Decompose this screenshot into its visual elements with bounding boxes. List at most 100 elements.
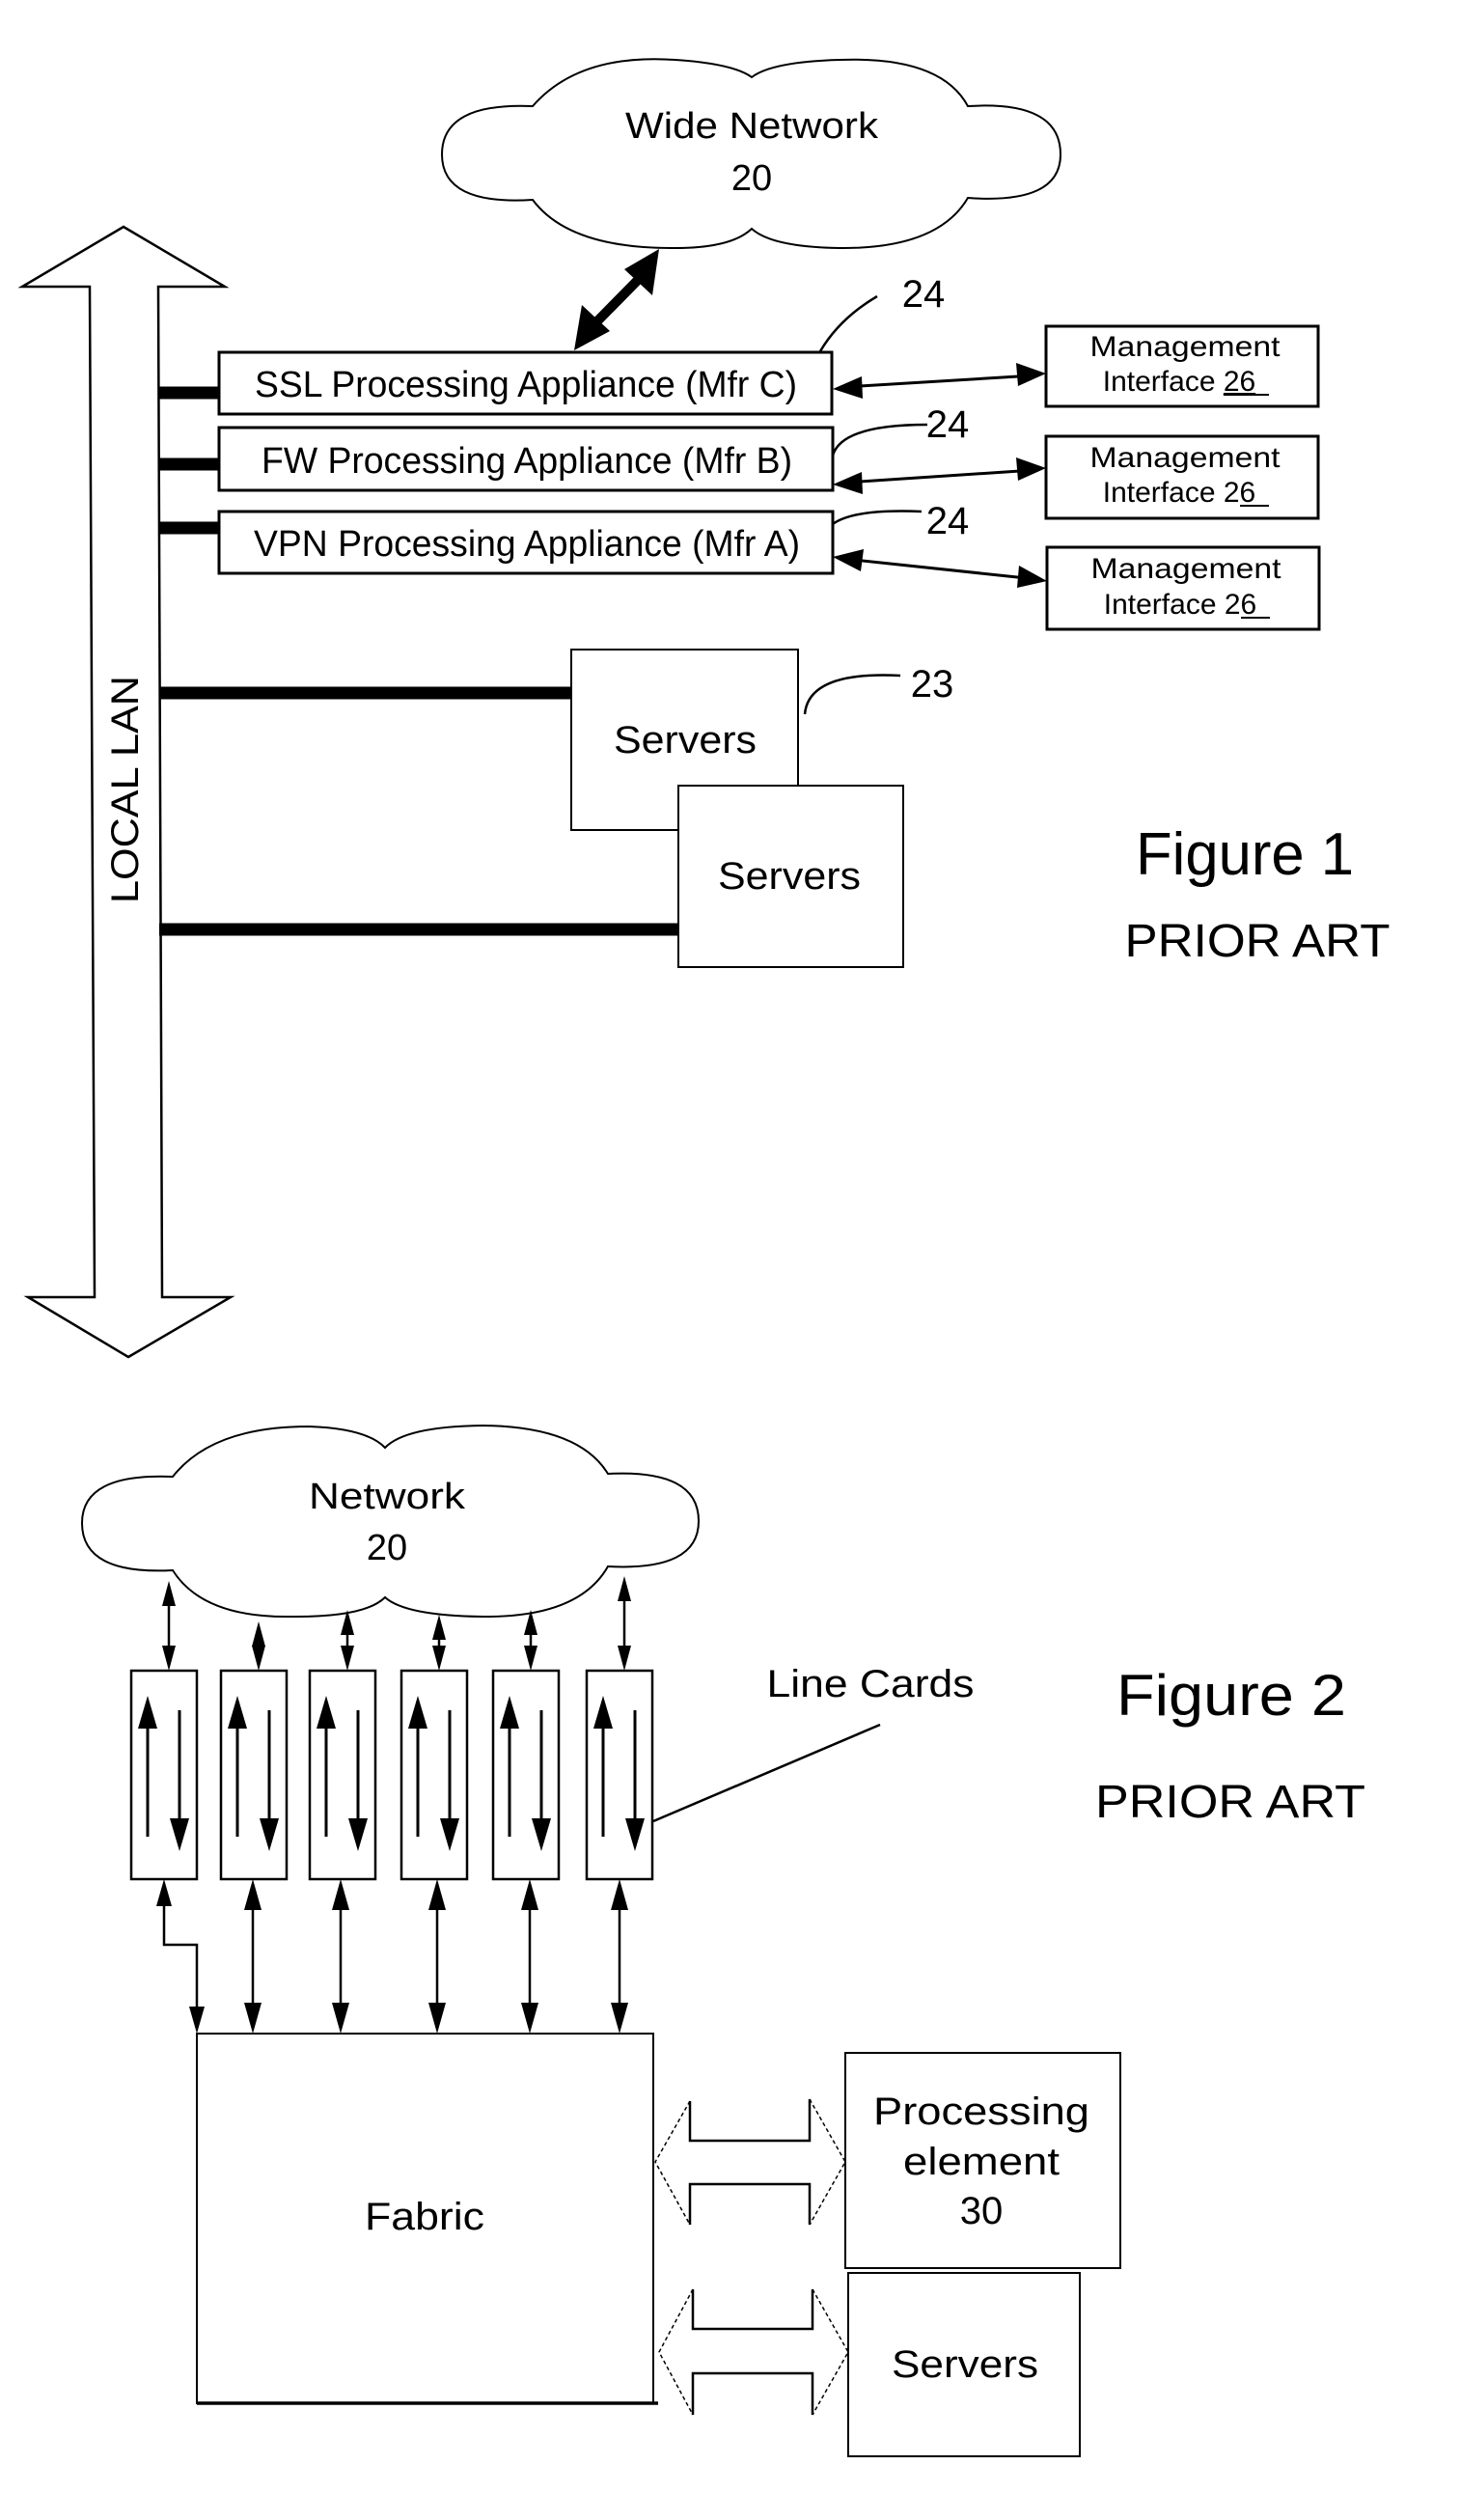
wide-network-ref: 20 — [731, 158, 772, 199]
leader-line — [652, 1723, 881, 1823]
interface-label: Interface 26 — [1103, 366, 1255, 398]
arrowhead-icon — [428, 1879, 446, 1910]
arrowhead-icon — [1016, 363, 1046, 386]
appliance-fw: FW Processing Appliance (Mfr B) — [217, 426, 835, 492]
ref-numeral-23: 23 — [911, 663, 954, 706]
leader-line — [832, 510, 923, 526]
ref-numeral-24: 24 — [926, 403, 970, 446]
arrowhead-icon — [611, 2003, 628, 2034]
arrowhead-icon — [618, 1576, 631, 1601]
cloud-icon — [80, 1424, 701, 1619]
servers-box: Servers — [847, 2272, 1081, 2457]
processing-element: Processing element 30 — [844, 2052, 1121, 2269]
wide-network-label: Wide Network — [625, 106, 879, 147]
fabric-pe-block-arrow — [654, 2098, 846, 2226]
line-cards-label: Line Cards — [767, 1663, 975, 1705]
arrowhead-icon — [833, 376, 863, 399]
ref-numeral-24: 24 — [926, 500, 970, 542]
fabric: Fabric — [196, 2033, 658, 2405]
management-label: Management — [1090, 442, 1281, 474]
arrowhead-icon — [244, 1879, 262, 1910]
arrowhead-icon — [618, 1646, 631, 1671]
figure-1-title: Figure 1 — [1136, 821, 1354, 888]
management-label: Management — [1090, 331, 1281, 363]
line-card-box — [585, 1669, 654, 1881]
line-card — [219, 1621, 289, 2034]
fabric-label: Fabric — [365, 2196, 484, 2238]
figure-2-prior-art: PRIOR ART — [1095, 1777, 1365, 1828]
ref-numeral-24: 24 — [902, 273, 946, 316]
management-interface: Management Interface 26 — [1044, 324, 1320, 408]
arrowhead-icon — [252, 1621, 265, 1647]
arrowhead-icon — [521, 2003, 538, 2034]
line-card — [308, 1610, 377, 2034]
wide-network-cloud: Wide Network 20 — [440, 58, 1062, 250]
arrowhead-icon — [244, 2003, 262, 2034]
line-cards — [129, 1576, 654, 2034]
processing-element-line1: Processing — [873, 2091, 1089, 2133]
interface-label: Interface 26 — [1103, 477, 1255, 509]
interface-label: Interface 26 — [1104, 589, 1256, 621]
line-card-box — [399, 1669, 469, 1881]
cloud-icon — [440, 58, 1062, 250]
arrowhead-icon — [189, 2007, 205, 2034]
appliance-label: VPN Processing Appliance (Mfr A) — [254, 524, 800, 565]
arrowhead-icon — [252, 1646, 265, 1671]
servers-label: Servers — [614, 719, 757, 762]
management-link-arrow — [833, 457, 1046, 494]
management-link-arrow — [833, 549, 1047, 588]
wan-link-arrow — [574, 249, 659, 350]
line-card — [129, 1581, 205, 2034]
figure-2: Network 20 Line Cards Figure 2 PRIOR ART… — [80, 1424, 1365, 2457]
arrowhead-icon — [432, 1615, 446, 1640]
arrowhead-icon — [162, 1581, 176, 1606]
management-label: Management — [1091, 553, 1282, 585]
management-link-arrow — [833, 363, 1046, 399]
line-card — [491, 1610, 561, 2034]
fabric-servers-block-arrow — [658, 2288, 849, 2416]
arrowhead-icon — [833, 549, 864, 571]
leader-line — [803, 674, 901, 715]
patent-drawing: Wide Network 20 LOCAL LAN SSL Processing… — [17, 58, 1391, 2457]
line-card-box — [491, 1669, 561, 1881]
servers-label: Servers — [718, 855, 861, 898]
arrowhead-icon — [332, 2003, 349, 2034]
appliance-label: SSL Processing Appliance (Mfr C) — [255, 365, 797, 405]
leader-line — [818, 294, 878, 352]
processing-element-ref: 30 — [960, 2190, 1004, 2232]
arrowhead-icon — [156, 1879, 172, 1906]
figure-1-prior-art: PRIOR ART — [1125, 916, 1391, 967]
network-ref: 20 — [367, 1528, 407, 1568]
servers-label: Servers — [892, 2343, 1038, 2386]
local-lan-label: LOCAL LAN — [104, 676, 147, 903]
line-card — [399, 1615, 469, 2034]
line-card-box — [129, 1669, 199, 1881]
arrowhead-icon — [332, 1879, 349, 1910]
arrowhead-icon — [1017, 566, 1047, 588]
processing-element-line2: element — [903, 2141, 1060, 2183]
fabric-link — [162, 1898, 199, 2014]
appliance-vpn: VPN Processing Appliance (Mfr A) — [217, 510, 835, 575]
appliance-ssl: SSL Processing Appliance (Mfr C) — [217, 350, 834, 416]
servers-front: Servers — [677, 785, 904, 968]
arrowhead-icon — [833, 472, 863, 494]
arrowhead-icon — [428, 2003, 446, 2034]
appliance-label: FW Processing Appliance (Mfr B) — [262, 441, 792, 482]
figure-1: Wide Network 20 LOCAL LAN SSL Processing… — [17, 58, 1391, 1359]
arrowhead-icon — [524, 1646, 537, 1671]
arrowhead-icon — [432, 1646, 446, 1671]
management-interface: Management Interface 26 — [1045, 545, 1321, 631]
arrowhead-icon — [611, 1879, 628, 1910]
arrowhead-icon — [1016, 457, 1046, 481]
leader-line — [831, 423, 928, 457]
arrowhead-icon — [162, 1646, 176, 1671]
line-card-box — [219, 1669, 289, 1881]
line-card — [585, 1576, 654, 2034]
network-cloud: Network 20 — [80, 1424, 701, 1619]
line-card-box — [308, 1669, 377, 1881]
arrowhead-icon — [341, 1646, 354, 1671]
network-label: Network — [309, 1477, 466, 1517]
arrowhead-icon — [521, 1879, 538, 1910]
figure-2-title: Figure 2 — [1116, 1663, 1346, 1728]
management-interface: Management Interface 26 — [1044, 434, 1320, 520]
